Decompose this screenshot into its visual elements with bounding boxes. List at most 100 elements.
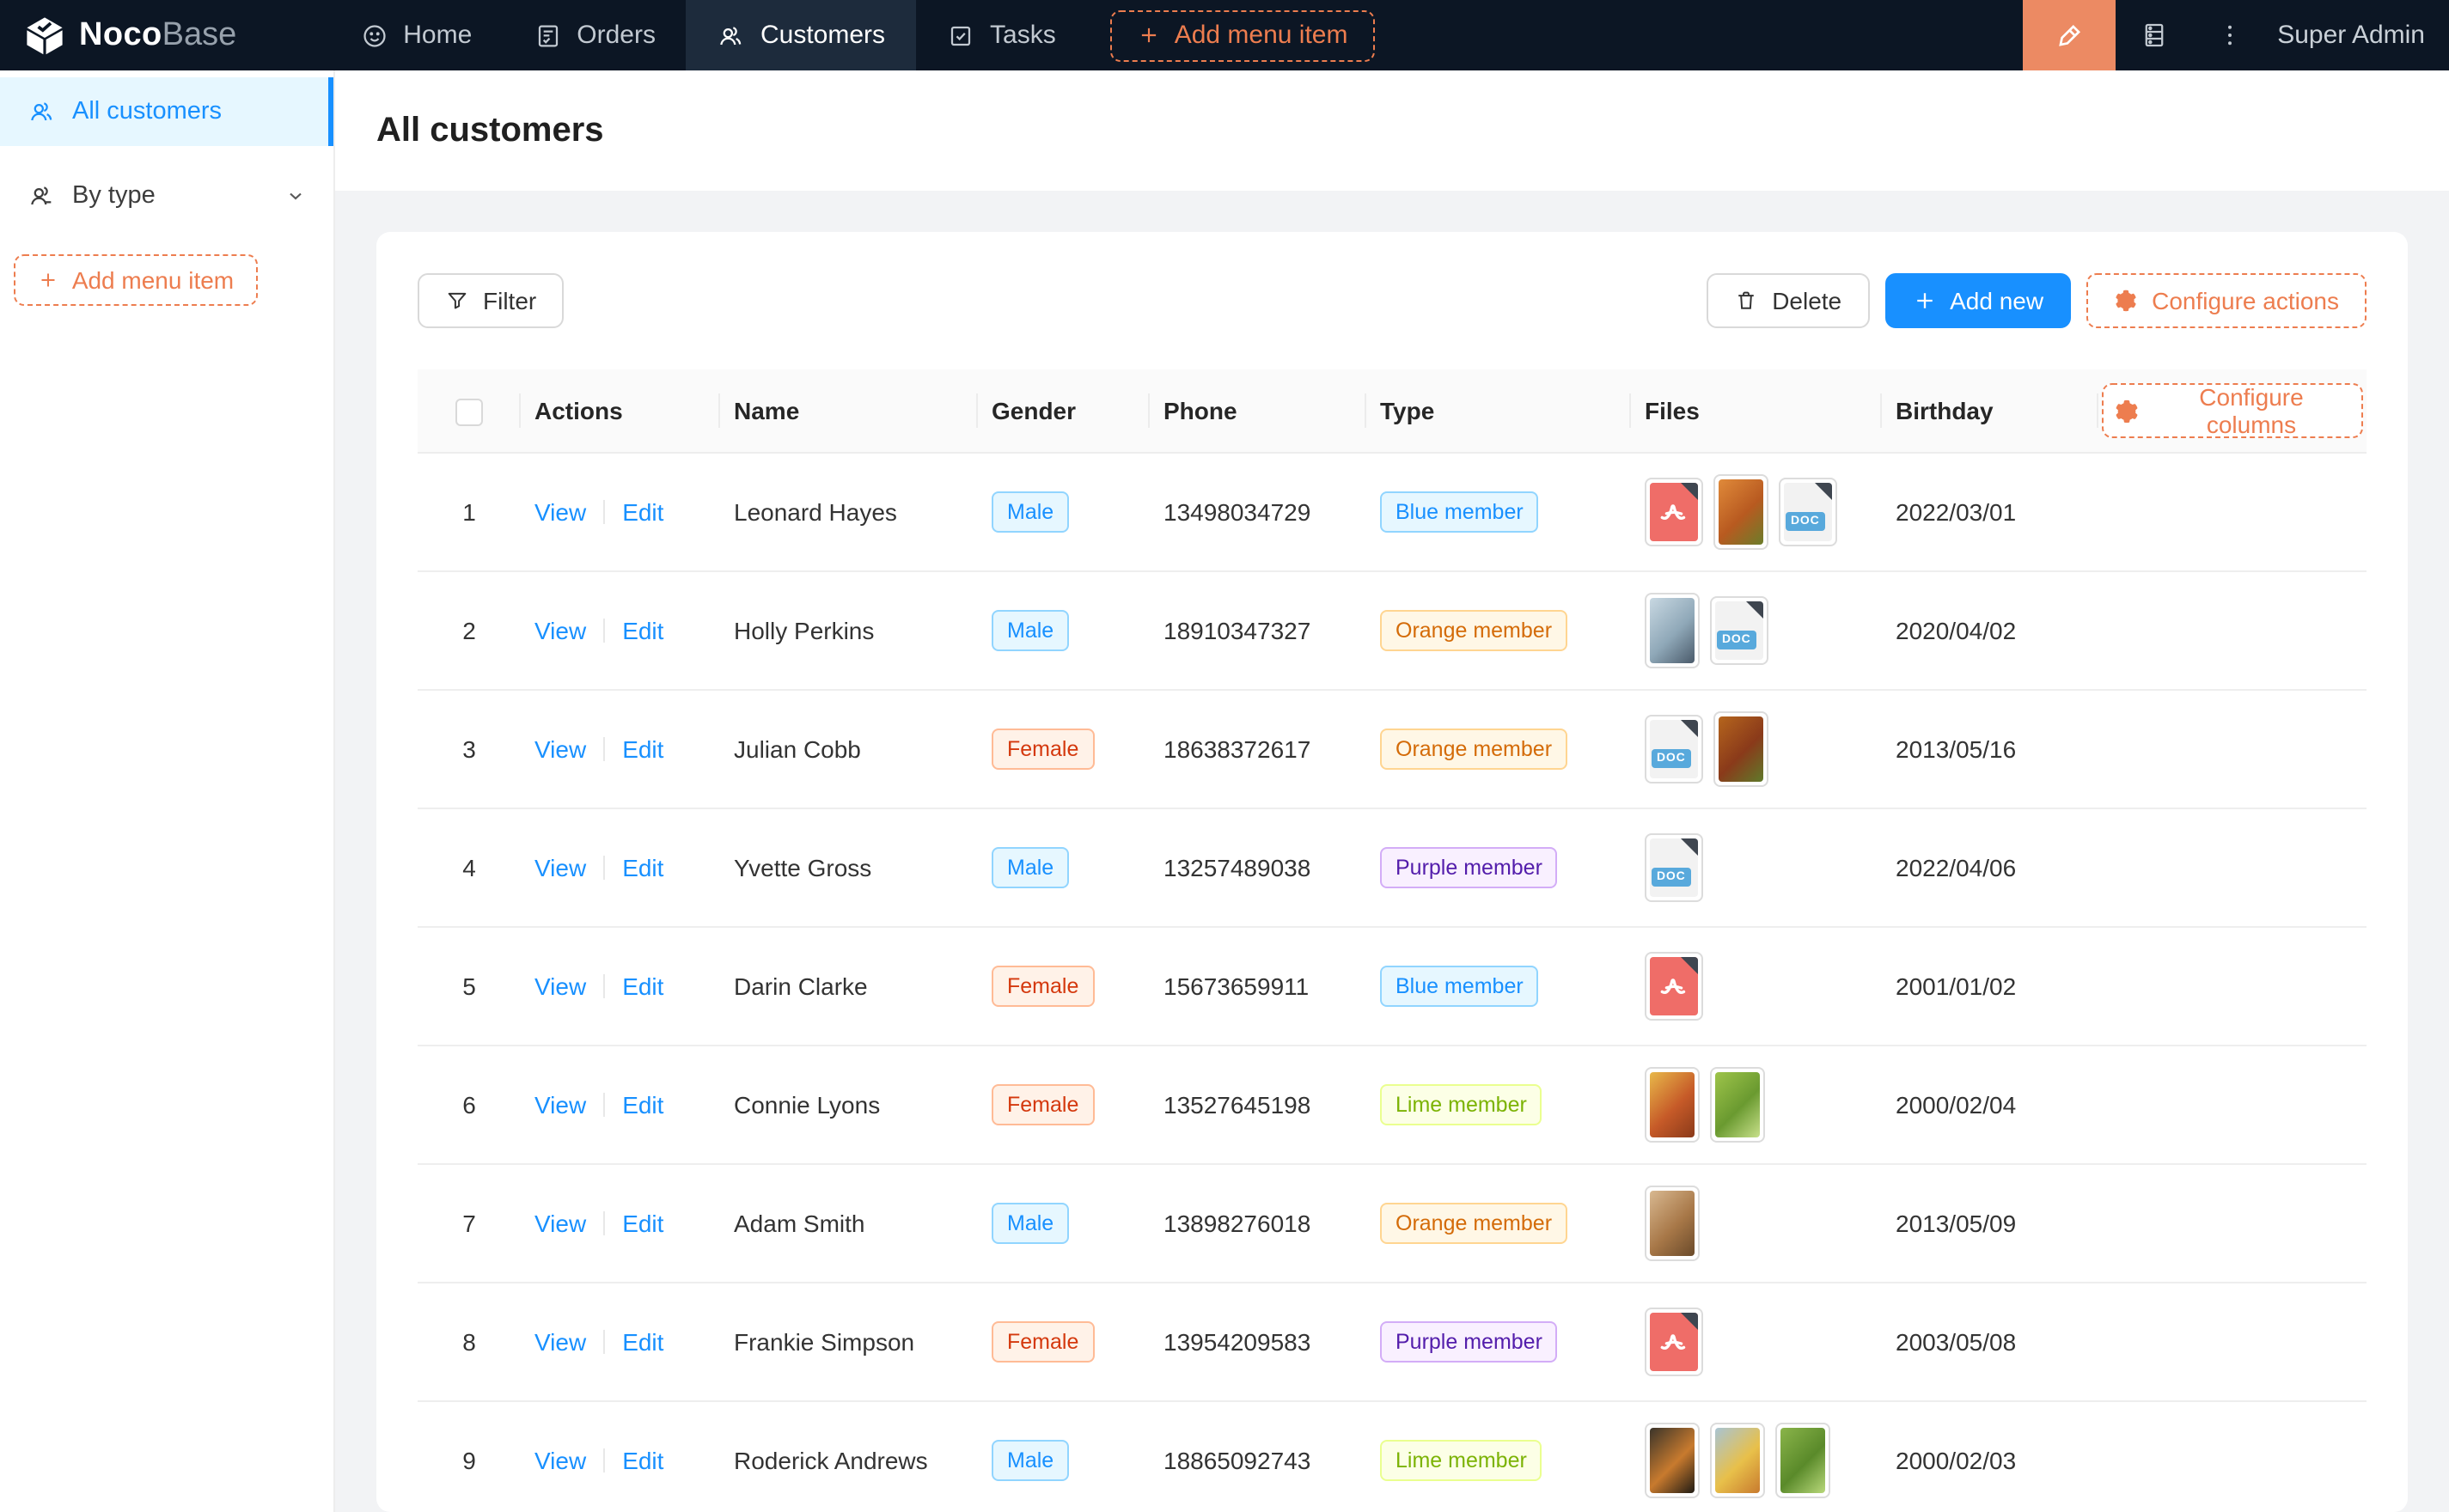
image-attachment[interactable] bbox=[1710, 1067, 1765, 1143]
layout: All customers By type bbox=[0, 70, 2449, 1512]
gender-tag: Female bbox=[992, 1321, 1094, 1363]
row-actions: View Edit bbox=[521, 1283, 720, 1401]
nav-item-label: Orders bbox=[577, 21, 656, 50]
row-actions: View Edit bbox=[521, 1164, 720, 1283]
image-attachment[interactable] bbox=[1713, 474, 1768, 550]
type-cell: Orange member bbox=[1366, 690, 1631, 808]
view-link[interactable]: View bbox=[534, 1328, 586, 1356]
column-header-type: Type bbox=[1366, 369, 1631, 453]
nav-item-orders[interactable]: Orders bbox=[503, 0, 687, 70]
birthday-cell: 2003/05/08 bbox=[1882, 1283, 2098, 1401]
table-row: 4ViewEditYvette GrossMale13257489038Purp… bbox=[418, 808, 2367, 927]
gender-cell: Male bbox=[978, 1401, 1150, 1512]
nav-item-customers[interactable]: Customers bbox=[687, 0, 916, 70]
team-icon bbox=[27, 98, 55, 125]
ui-editor-button[interactable] bbox=[2023, 0, 2116, 70]
table-header: Actions Name Gender Phone Type Files Bir… bbox=[418, 369, 2367, 453]
row-index: 3 bbox=[418, 690, 521, 808]
image-attachment[interactable] bbox=[1645, 1067, 1700, 1143]
ellipsis-vertical-icon bbox=[2214, 21, 2244, 50]
more-actions-button[interactable] bbox=[2191, 0, 2267, 70]
sidebar-add-menu-item-button[interactable]: Add menu item bbox=[14, 254, 258, 306]
files-list: DOC bbox=[1645, 593, 1868, 668]
nav-item-home[interactable]: Home bbox=[329, 0, 503, 70]
doc-file-icon[interactable]: DOC bbox=[1710, 596, 1768, 665]
edit-link[interactable]: Edit bbox=[622, 498, 663, 526]
image-attachment[interactable] bbox=[1775, 1423, 1830, 1498]
column-header-gender: Gender bbox=[978, 369, 1150, 453]
filter-button[interactable]: Filter bbox=[418, 273, 564, 328]
customer-name: Frankie Simpson bbox=[720, 1283, 978, 1401]
chevron-down-icon bbox=[285, 186, 306, 206]
delete-button[interactable]: Delete bbox=[1707, 273, 1869, 328]
doc-file-icon[interactable]: DOC bbox=[1645, 715, 1703, 783]
member-type-tag: Lime member bbox=[1380, 1084, 1542, 1125]
add-new-button[interactable]: Add new bbox=[1884, 273, 2071, 328]
phone-cell: 18910347327 bbox=[1150, 571, 1366, 690]
image-attachment[interactable] bbox=[1710, 1423, 1765, 1498]
edit-link[interactable]: Edit bbox=[622, 1328, 663, 1356]
gender-tag: Female bbox=[992, 1084, 1094, 1125]
image-attachment[interactable] bbox=[1645, 1186, 1700, 1261]
folded-corner bbox=[1681, 720, 1698, 737]
smiley-icon bbox=[360, 21, 388, 49]
customer-name: Darin Clarke bbox=[720, 927, 978, 1046]
view-link[interactable]: View bbox=[534, 617, 586, 644]
trash-icon bbox=[1734, 289, 1758, 313]
files-cell: DOC bbox=[1631, 453, 1882, 571]
configure-column-cell bbox=[2098, 1283, 2367, 1401]
customer-name: Adam Smith bbox=[720, 1164, 978, 1283]
image-attachment[interactable] bbox=[1645, 1423, 1700, 1498]
type-cell: Orange member bbox=[1366, 571, 1631, 690]
highlighter-icon bbox=[2054, 20, 2085, 51]
pdf-file-icon[interactable] bbox=[1645, 478, 1703, 546]
birthday-cell: 2000/02/04 bbox=[1882, 1046, 2098, 1164]
brand-base: Base bbox=[162, 16, 237, 52]
member-type-tag: Blue member bbox=[1380, 491, 1539, 533]
view-link[interactable]: View bbox=[534, 972, 586, 1000]
sidebar-item-all-customers[interactable]: All customers bbox=[0, 77, 333, 146]
nav-add-menu-item-button[interactable]: Add menu item bbox=[1111, 9, 1376, 61]
customer-name: Julian Cobb bbox=[720, 690, 978, 808]
view-link[interactable]: View bbox=[534, 1210, 586, 1237]
doc-file-icon[interactable]: DOC bbox=[1779, 478, 1837, 546]
doc-file-icon[interactable]: DOC bbox=[1645, 833, 1703, 902]
edit-link[interactable]: Edit bbox=[622, 854, 663, 881]
edit-link[interactable]: Edit bbox=[622, 1091, 663, 1119]
image-attachment[interactable] bbox=[1645, 593, 1700, 668]
brand-logo[interactable]: NocoBase bbox=[0, 0, 260, 70]
view-link[interactable]: View bbox=[534, 1091, 586, 1119]
sidebar-item-by-type[interactable]: By type bbox=[0, 162, 333, 230]
table-card: Filter D bbox=[376, 232, 2408, 1512]
customer-name: Connie Lyons bbox=[720, 1046, 978, 1164]
edit-link[interactable]: Edit bbox=[622, 617, 663, 644]
database-button[interactable] bbox=[2116, 0, 2191, 70]
table-row: 8ViewEditFrankie SimpsonFemale1395420958… bbox=[418, 1283, 2367, 1401]
view-link[interactable]: View bbox=[534, 1447, 586, 1474]
configure-columns-button[interactable]: Configure columns bbox=[2102, 383, 2363, 438]
configure-actions-button[interactable]: Configure actions bbox=[2086, 273, 2367, 328]
files-cell bbox=[1631, 1401, 1882, 1512]
row-index: 4 bbox=[418, 808, 521, 927]
view-link[interactable]: View bbox=[534, 854, 586, 881]
row-actions: View Edit bbox=[521, 453, 720, 571]
view-link[interactable]: View bbox=[534, 735, 586, 763]
nav-item-tasks[interactable]: Tasks bbox=[916, 0, 1087, 70]
image-attachment[interactable] bbox=[1713, 711, 1768, 787]
phone-cell: 15673659911 bbox=[1150, 927, 1366, 1046]
type-cell: Lime member bbox=[1366, 1046, 1631, 1164]
configure-column-cell bbox=[2098, 808, 2367, 927]
select-all-checkbox[interactable] bbox=[455, 398, 483, 425]
edit-link[interactable]: Edit bbox=[622, 1447, 663, 1474]
edit-link[interactable]: Edit bbox=[622, 735, 663, 763]
birthday-cell: 2020/04/02 bbox=[1882, 571, 2098, 690]
pdf-file-icon[interactable] bbox=[1645, 1308, 1703, 1376]
customer-name: Roderick Andrews bbox=[720, 1401, 978, 1512]
user-menu[interactable]: Super Admin bbox=[2267, 0, 2449, 70]
edit-link[interactable]: Edit bbox=[622, 972, 663, 1000]
birthday-cell: 2022/04/06 bbox=[1882, 808, 2098, 927]
view-link[interactable]: View bbox=[534, 498, 586, 526]
column-header-phone: Phone bbox=[1150, 369, 1366, 453]
pdf-file-icon[interactable] bbox=[1645, 952, 1703, 1021]
edit-link[interactable]: Edit bbox=[622, 1210, 663, 1237]
